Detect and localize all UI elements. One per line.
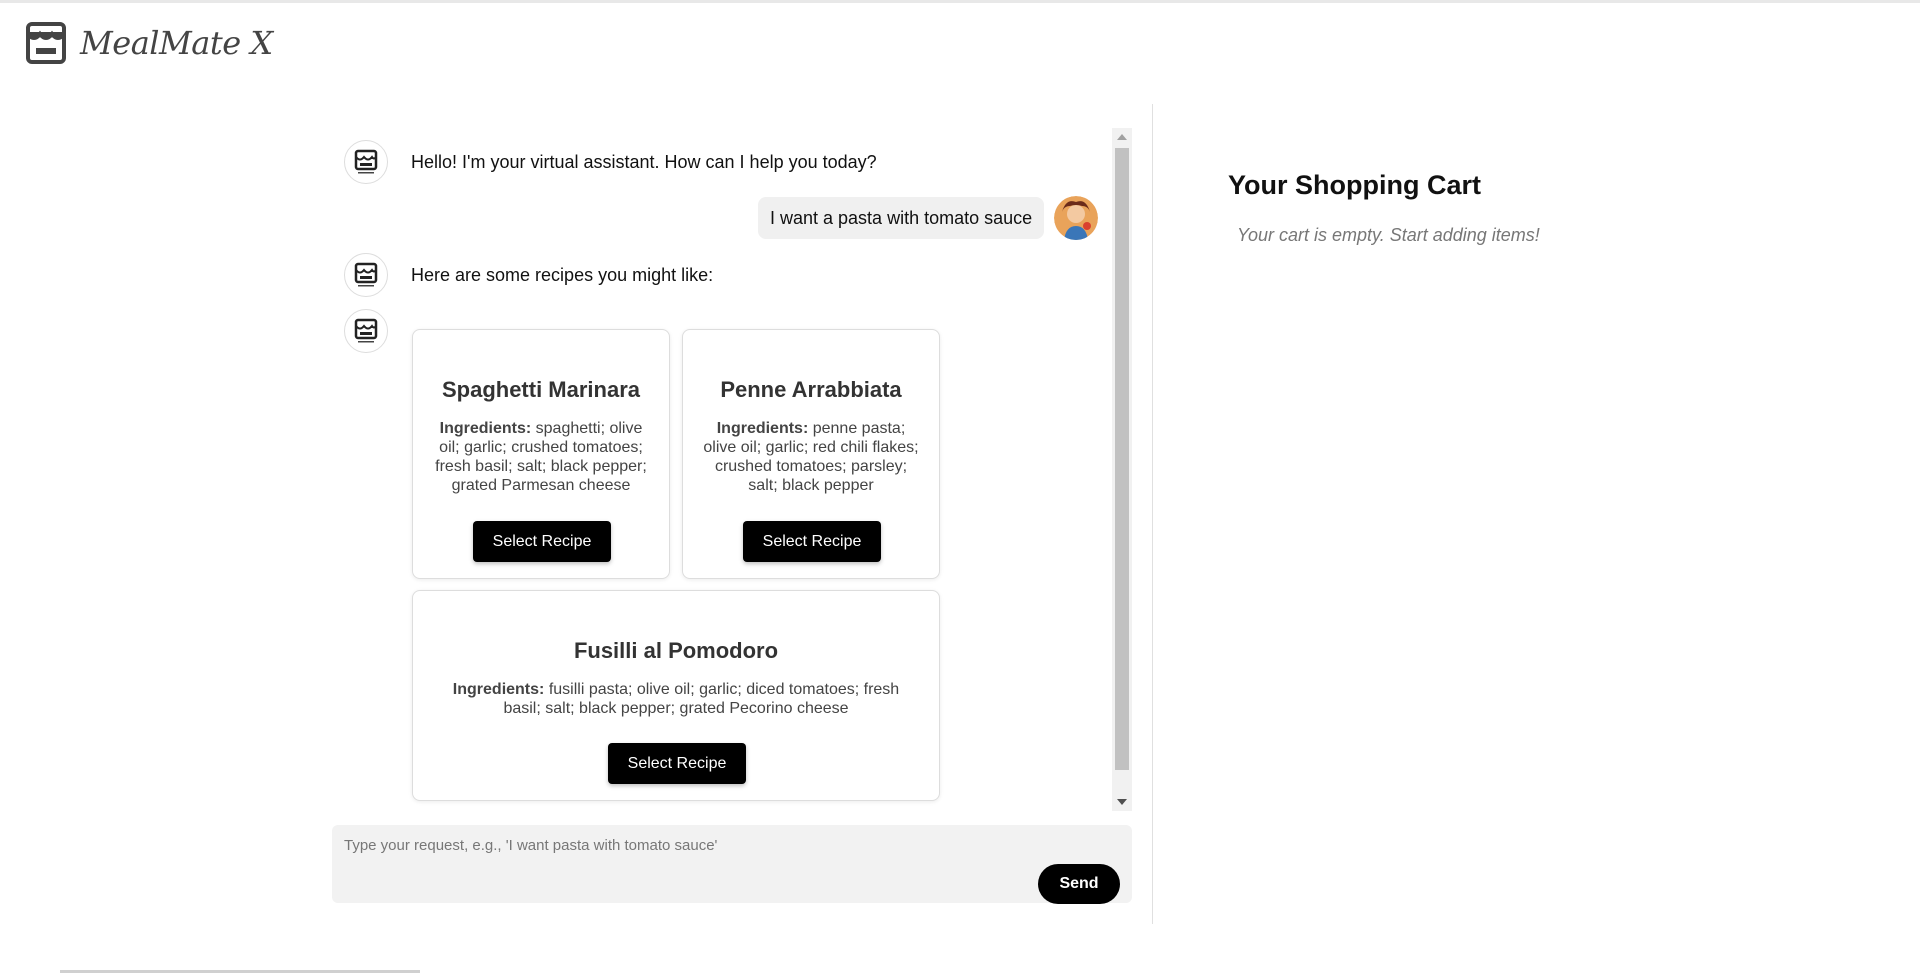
storefront-icon xyxy=(354,149,378,174)
ingredients-label: Ingredients: xyxy=(452,681,545,698)
header: MealMate X xyxy=(24,18,273,68)
recipe-ingredients: Ingredients: penne pasta; olive oil; gar… xyxy=(701,419,921,495)
ingredients-text: fusilli pasta; olive oil; garlic; diced … xyxy=(503,681,900,717)
bot-message-text: Here are some recipes you might like: xyxy=(411,264,714,285)
cart-title: Your Shopping Cart xyxy=(1228,170,1481,200)
panel-divider xyxy=(1152,104,1153,924)
storefront-icon xyxy=(354,262,378,287)
bot-avatar xyxy=(344,309,388,353)
select-recipe-button[interactable]: Select Recipe xyxy=(608,743,746,784)
recipe-ingredients: Ingredients: spaghetti; olive oil; garli… xyxy=(431,419,651,495)
storefront-icon xyxy=(26,22,66,64)
chat-messages: Hello! I'm your virtual assistant. How c… xyxy=(332,128,1132,811)
recipe-card: Penne Arrabbiata Ingredients: penne past… xyxy=(682,329,940,579)
recipe-title: Fusilli al Pomodoro xyxy=(573,638,779,663)
scroll-down-arrow-icon[interactable] xyxy=(1117,799,1127,805)
cart-empty-message: Your cart is empty. Start adding items! xyxy=(1237,225,1540,245)
scroll-thumb[interactable] xyxy=(1115,148,1129,770)
bot-message: Hello! I'm your virtual assistant. How c… xyxy=(344,140,877,184)
bot-message: Here are some recipes you might like: xyxy=(344,253,713,297)
recipe-title: Penne Arrabbiata xyxy=(720,377,902,402)
ingredients-label: Ingredients: xyxy=(716,420,809,437)
bot-avatar xyxy=(344,253,388,297)
message-input[interactable] xyxy=(332,825,1132,865)
recipe-title: Spaghetti Marinara xyxy=(441,377,641,402)
brand-name: MealMate X xyxy=(80,24,273,62)
chat-scrollbar[interactable] xyxy=(1112,128,1132,811)
bot-message-text: Hello! I'm your virtual assistant. How c… xyxy=(411,151,877,172)
bot-message xyxy=(344,309,388,353)
message-composer: Send xyxy=(332,825,1132,904)
ingredients-label: Ingredients: xyxy=(439,420,532,437)
user-avatar xyxy=(1054,196,1098,240)
recipe-card: Spaghetti Marinara Ingredients: spaghett… xyxy=(412,329,670,579)
select-recipe-button[interactable]: Select Recipe xyxy=(473,521,611,562)
recipe-ingredients: Ingredients: fusilli pasta; olive oil; g… xyxy=(447,680,905,718)
top-border xyxy=(0,0,1920,3)
bot-avatar xyxy=(344,140,388,184)
scroll-up-arrow-icon[interactable] xyxy=(1117,134,1127,140)
recipe-card: Fusilli al Pomodoro Ingredients: fusilli… xyxy=(412,590,940,801)
storefront-icon xyxy=(354,318,378,343)
send-button[interactable]: Send xyxy=(1038,864,1120,904)
user-message-bubble: I want a pasta with tomato sauce xyxy=(758,197,1045,239)
user-avatar-image xyxy=(1054,196,1098,240)
select-recipe-button[interactable]: Select Recipe xyxy=(743,521,881,562)
